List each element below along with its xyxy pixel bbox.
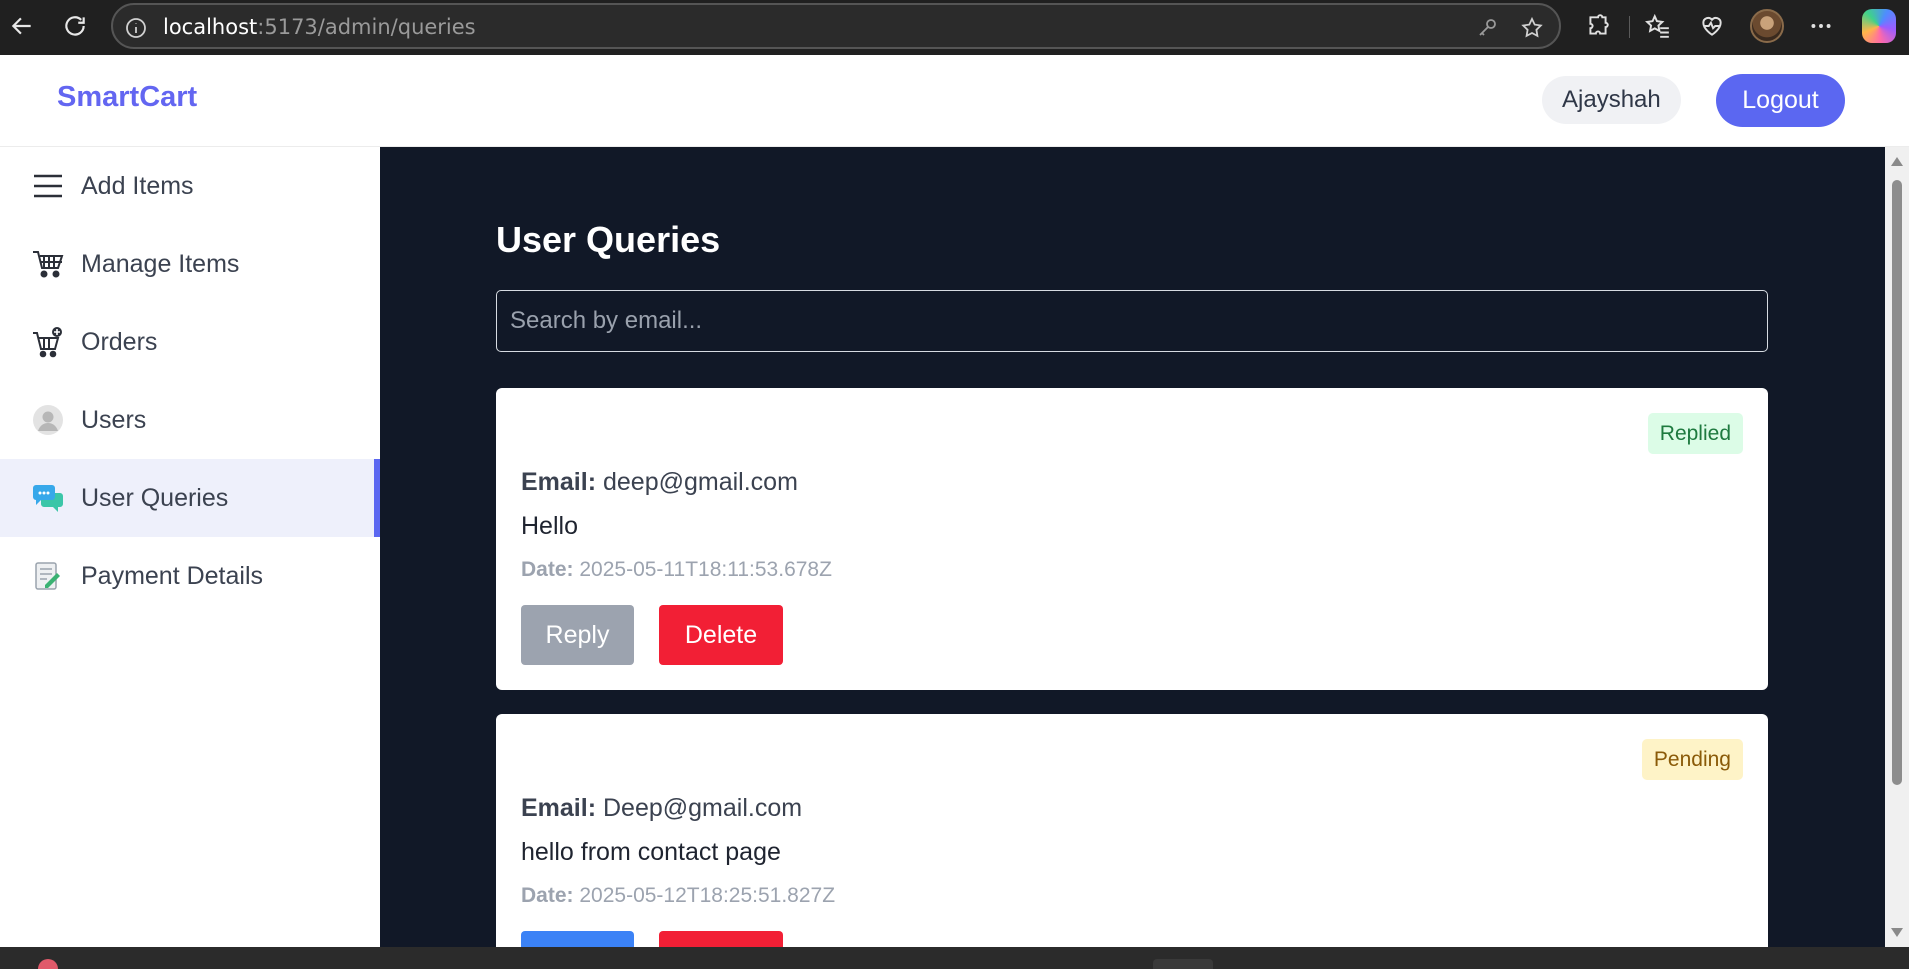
url-host: localhost [163, 15, 258, 39]
hamburger-menu-icon [32, 170, 64, 202]
status-badge: Pending [1641, 739, 1743, 780]
query-email: Email: deep@gmail.com [521, 468, 798, 497]
query-card: Pending Email: Deep@gmail.com hello from… [496, 714, 1768, 947]
user-avatar-icon [32, 404, 64, 436]
toolbar-divider [1629, 16, 1630, 38]
browser-toolbar: localhost:5173/admin/queries [0, 0, 1909, 55]
site-info-icon[interactable] [124, 16, 148, 40]
main-content: User Queries Replied Email: deep@gmail.c… [380, 147, 1885, 947]
query-email: Email: Deep@gmail.com [521, 794, 802, 823]
sidebar-item-label: Add Items [81, 171, 194, 200]
refresh-button[interactable] [55, 8, 95, 44]
scroll-up-arrow-icon[interactable] [1891, 157, 1903, 166]
email-label: Email: [521, 468, 597, 496]
scroll-thumb[interactable] [1892, 180, 1902, 785]
sidebar-item-user-queries[interactable]: User Queries [0, 459, 380, 537]
url-path: :5173/admin/queries [257, 15, 476, 39]
scroll-down-arrow-icon[interactable] [1891, 928, 1903, 937]
key-icon[interactable] [1475, 16, 1499, 40]
sidebar-item-manage-items[interactable]: Manage Items [0, 225, 380, 303]
site-header: SmartCart Ajayshah Logout [0, 55, 1909, 147]
chat-bubble-icon [32, 482, 64, 514]
shopping-cart-icon [32, 248, 64, 280]
cart-add-icon [32, 326, 64, 358]
email-value: deep@gmail.com [602, 468, 798, 496]
health-button[interactable] [1696, 10, 1728, 42]
sidebar-item-orders[interactable]: Orders [0, 303, 380, 381]
search-input[interactable] [496, 290, 1768, 352]
logout-button[interactable]: Logout [1716, 74, 1845, 127]
date-value: 2025-05-11T18:11:53.678Z [579, 558, 832, 581]
more-dots-icon [1811, 24, 1831, 28]
query-message: Hello [521, 512, 578, 540]
address-bar[interactable]: localhost:5173/admin/queries [111, 3, 1561, 49]
more-menu-button[interactable] [1805, 10, 1837, 42]
taskbar-strip [0, 947, 1909, 969]
query-date: Date: 2025-05-12T18:25:51.827Z [521, 884, 835, 908]
query-date: Date: 2025-05-11T18:11:53.678Z [521, 558, 832, 582]
query-card: Replied Email: deep@gmail.com Hello Date… [496, 388, 1768, 690]
email-label: Email: [521, 794, 597, 822]
favorites-list-icon [1645, 13, 1669, 38]
profile-avatar[interactable] [1750, 9, 1784, 43]
sidebar-item-add-items[interactable]: Add Items [0, 147, 380, 225]
url-text: localhost:5173/admin/queries [163, 15, 476, 39]
refresh-icon [65, 16, 85, 36]
sidebar-item-label: Users [81, 405, 147, 434]
reply-button[interactable]: Reply [521, 931, 634, 947]
page-title: User Queries [496, 219, 721, 260]
taskbar-tab [1153, 959, 1213, 969]
copilot-icon[interactable] [1862, 9, 1896, 43]
email-value: Deep@gmail.com [602, 794, 803, 822]
date-label: Date: [521, 558, 574, 581]
puzzle-icon [1589, 14, 1609, 35]
sidebar-item-label: Orders [81, 327, 158, 356]
extensions-button[interactable] [1582, 10, 1614, 42]
favorite-star-icon[interactable] [1520, 16, 1544, 40]
status-badge: Replied [1647, 413, 1743, 454]
back-arrow-icon [11, 17, 31, 35]
sidebar: Add Items Manage Items Orders Users User… [0, 147, 380, 947]
heart-pulse-icon [1702, 16, 1722, 36]
payment-form-icon [32, 560, 64, 592]
delete-button[interactable]: Delete [659, 605, 783, 665]
reply-button[interactable]: Reply [521, 605, 634, 665]
notification-dot-icon [38, 959, 58, 969]
sidebar-item-label: Manage Items [81, 249, 240, 278]
favorites-button[interactable] [1642, 10, 1674, 42]
delete-button[interactable]: Delete [659, 931, 783, 947]
page-scrollbar[interactable] [1885, 147, 1909, 947]
date-value: 2025-05-12T18:25:51.827Z [579, 884, 836, 907]
sidebar-item-label: User Queries [81, 483, 229, 512]
query-message: hello from contact page [521, 838, 781, 866]
sidebar-item-payment-details[interactable]: Payment Details [0, 537, 380, 615]
brand-logo[interactable]: SmartCart [57, 81, 197, 114]
sidebar-item-label: Payment Details [81, 561, 264, 590]
date-label: Date: [521, 884, 574, 907]
username-badge: Ajayshah [1542, 76, 1681, 124]
sidebar-item-users[interactable]: Users [0, 381, 380, 459]
back-button[interactable] [2, 8, 42, 44]
